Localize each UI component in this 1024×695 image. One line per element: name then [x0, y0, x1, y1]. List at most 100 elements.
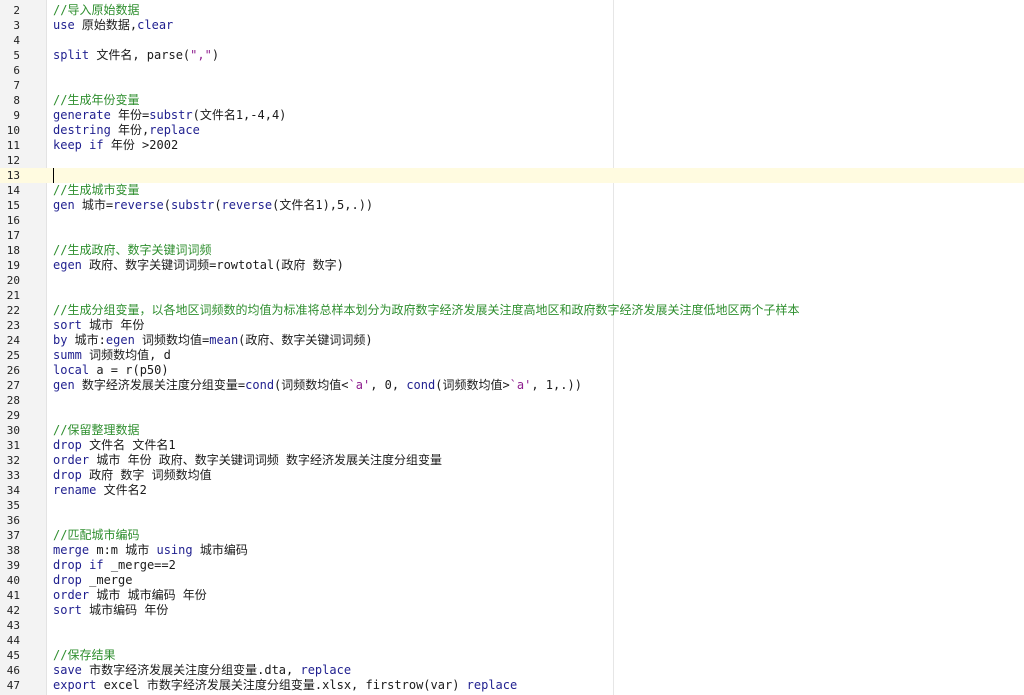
code-line[interactable]: 20	[0, 273, 1024, 288]
code-text[interactable]: sort 城市 年份	[53, 318, 144, 333]
code-line[interactable]: 35	[0, 498, 1024, 513]
code-text[interactable]: //生成城市变量	[53, 183, 139, 198]
code-line[interactable]: 6	[0, 63, 1024, 78]
code-line[interactable]: 24 by 城市:egen 词频数均值=mean(政府、数字关键词词频)	[0, 333, 1024, 348]
code-text[interactable]: order 城市 年份 政府、数字关键词词频 数字经济发展关注度分组变量	[53, 453, 442, 468]
token-plain: _merge==2	[103, 558, 176, 572]
code-line[interactable]: 5 split 文件名, parse(",")	[0, 48, 1024, 63]
code-text[interactable]: by 城市:egen 词频数均值=mean(政府、数字关键词词频)	[53, 333, 373, 348]
code-text[interactable]: destring 年份,replace	[53, 123, 200, 138]
code-line[interactable]: 21	[0, 288, 1024, 303]
code-line[interactable]: 44	[0, 633, 1024, 648]
code-line[interactable]: 9 generate 年份=substr(文件名1,-4,4)	[0, 108, 1024, 123]
code-text[interactable]: save 市数字经济发展关注度分组变量.dta, replace	[53, 663, 351, 678]
code-line[interactable]: 45 //保存结果	[0, 648, 1024, 663]
code-text[interactable]: drop if _merge==2	[53, 558, 176, 573]
code-text[interactable]: merge m:m 城市 using 城市编码	[53, 543, 248, 558]
code-line[interactable]: 29	[0, 408, 1024, 423]
token-plain: 市数字经济发展关注度分组变量.dta,	[81, 663, 301, 677]
code-line[interactable]: 41 order 城市 城市编码 年份	[0, 588, 1024, 603]
line-number: 44	[6, 634, 20, 647]
code-text[interactable]: //生成年份变量	[53, 93, 139, 108]
code-editor[interactable]: 2//导入原始数据 3 use 原始数据,clear 4 5 split 文件名, par…	[0, 0, 1024, 695]
code-line[interactable]: 3 use 原始数据,clear	[0, 18, 1024, 33]
text-caret	[53, 168, 54, 183]
code-text[interactable]: gen 城市=reverse(substr(reverse(文件名1),5,.)…	[53, 198, 373, 213]
code-lines[interactable]: 2//导入原始数据 3 use 原始数据,clear 4 5 split 文件名, par…	[0, 3, 1024, 693]
token-plain: 文件名, parse(	[89, 48, 191, 62]
token-keyword: drop	[53, 558, 82, 572]
code-text[interactable]: use 原始数据,clear	[53, 18, 173, 33]
code-line[interactable]: 39 drop if _merge==2	[0, 558, 1024, 573]
code-line[interactable]: 2 //导入原始数据	[0, 3, 1024, 18]
code-text[interactable]: keep if 年份 >2002	[53, 138, 178, 153]
code-text[interactable]: drop 文件名 文件名1	[53, 438, 176, 453]
code-text[interactable]: //保存结果	[53, 648, 115, 663]
code-line[interactable]: 27 gen 数字经济发展关注度分组变量=cond(词频数均值<`a', 0, c…	[0, 378, 1024, 393]
token-keyword: drop	[53, 468, 82, 482]
code-line[interactable]: 26 local a = r(p50)	[0, 363, 1024, 378]
line-number: 31	[6, 439, 20, 452]
code-text[interactable]: //生成分组变量，以各地区词频数的均值为标准将总样本划分为政府数字经济发展关注度…	[53, 303, 799, 318]
code-line[interactable]: 19 egen 政府、数字关键词词频=rowtotal(政府 数字)	[0, 258, 1024, 273]
token-plain: (词频数均值<	[274, 378, 349, 392]
line-number: 29	[6, 409, 20, 422]
code-line[interactable]: 31 drop 文件名 文件名1	[0, 438, 1024, 453]
code-line[interactable]: 13	[0, 168, 1024, 183]
code-text[interactable]: order 城市 城市编码 年份	[53, 588, 207, 603]
token-plain: _merge	[81, 573, 133, 587]
code-line[interactable]: 32 order 城市 年份 政府、数字关键词词频 数字经济发展关注度分组变量	[0, 453, 1024, 468]
code-line[interactable]: 12	[0, 153, 1024, 168]
line-number: 10	[6, 124, 20, 137]
line-number: 42	[6, 604, 20, 617]
code-text[interactable]: drop _merge	[53, 573, 132, 588]
code-text[interactable]: gen 数字经济发展关注度分组变量=cond(词频数均值<`a', 0, con…	[53, 378, 582, 393]
code-line[interactable]: 18 //生成政府、数字关键词词频	[0, 243, 1024, 258]
line-number: 37	[6, 529, 20, 542]
code-text[interactable]: //匹配城市编码	[53, 528, 139, 543]
code-line[interactable]: 15 gen 城市=reverse(substr(reverse(文件名1),5,…	[0, 198, 1024, 213]
code-line[interactable]: 11 keep if 年份 >2002	[0, 138, 1024, 153]
code-line[interactable]: 40 drop _merge	[0, 573, 1024, 588]
code-line[interactable]: 30 //保留整理数据	[0, 423, 1024, 438]
code-line[interactable]: 25 summ 词频数均值, d	[0, 348, 1024, 363]
code-text[interactable]: egen 政府、数字关键词词频=rowtotal(政府 数字)	[53, 258, 344, 273]
code-line[interactable]: 14 //生成城市变量	[0, 183, 1024, 198]
code-line[interactable]: 8 //生成年份变量	[0, 93, 1024, 108]
code-line[interactable]: 33 drop 政府 数字 词频数均值	[0, 468, 1024, 483]
code-line[interactable]: 7	[0, 78, 1024, 93]
code-line[interactable]: 34 rename 文件名2	[0, 483, 1024, 498]
line-number: 25	[6, 349, 20, 362]
code-text[interactable]: split 文件名, parse(",")	[53, 48, 219, 63]
code-line[interactable]: 47 export excel 市数字经济发展关注度分组变量.xlsx, firs…	[0, 678, 1024, 693]
code-text[interactable]: rename 文件名2	[53, 483, 147, 498]
token-keyword: split	[53, 48, 90, 62]
token-plain: excel 市数字经济发展关注度分组变量.xlsx, firstrow(var)	[96, 678, 467, 692]
code-line[interactable]: 36	[0, 513, 1024, 528]
code-text[interactable]: //保留整理数据	[53, 423, 139, 438]
code-line[interactable]: 42 sort 城市编码 年份	[0, 603, 1024, 618]
code-line[interactable]: 37 //匹配城市编码	[0, 528, 1024, 543]
token-keyword: by	[53, 333, 68, 347]
code-line[interactable]: 43	[0, 618, 1024, 633]
code-text[interactable]: //生成政府、数字关键词词频	[53, 243, 211, 258]
code-line[interactable]: 28	[0, 393, 1024, 408]
code-text[interactable]: drop 政府 数字 词频数均值	[53, 468, 212, 483]
code-text[interactable]: //导入原始数据	[53, 3, 139, 18]
code-line[interactable]: 22 //生成分组变量，以各地区词频数的均值为标准将总样本划分为政府数字经济发展关…	[0, 303, 1024, 318]
code-text[interactable]: summ 词频数均值, d	[53, 348, 171, 363]
token-keyword: sort	[53, 318, 82, 332]
code-line[interactable]: 10 destring 年份,replace	[0, 123, 1024, 138]
code-text[interactable]: generate 年份=substr(文件名1,-4,4)	[53, 108, 286, 123]
code-line[interactable]: 17	[0, 228, 1024, 243]
code-text[interactable]: local a = r(p50)	[53, 363, 169, 378]
code-line[interactable]: 23 sort 城市 年份	[0, 318, 1024, 333]
code-line[interactable]: 46 save 市数字经济发展关注度分组变量.dta, replace	[0, 663, 1024, 678]
code-text[interactable]: export excel 市数字经济发展关注度分组变量.xlsx, firstr…	[53, 678, 517, 693]
code-text[interactable]: sort 城市编码 年份	[53, 603, 168, 618]
line-number: 39	[6, 559, 20, 572]
token-comment: //保留整理数据	[53, 423, 140, 437]
code-line[interactable]: 16	[0, 213, 1024, 228]
code-line[interactable]: 38 merge m:m 城市 using 城市编码	[0, 543, 1024, 558]
code-line[interactable]: 4	[0, 33, 1024, 48]
